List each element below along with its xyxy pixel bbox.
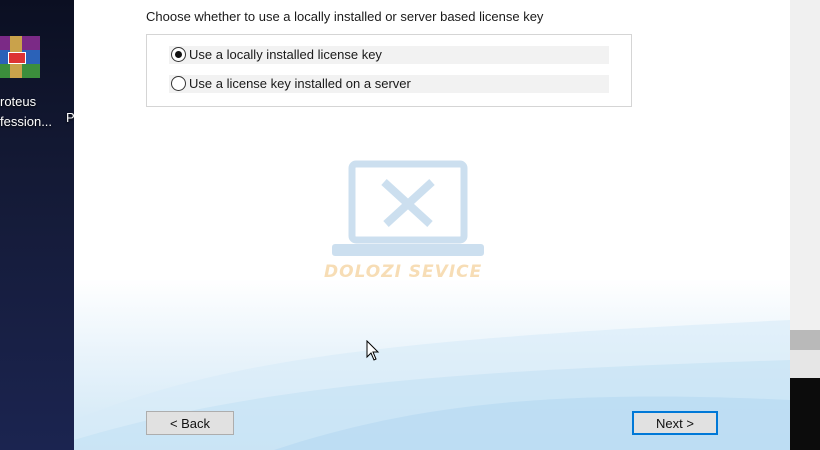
option-server-license[interactable]: Use a license key installed on a server — [169, 75, 609, 93]
option-local-license-label: Use a locally installed license key — [189, 47, 382, 62]
next-button[interactable]: Next > — [632, 411, 718, 435]
option-local-license[interactable]: Use a locally installed license key — [169, 46, 609, 64]
desktop-shortcut-label-line1: roteus — [0, 94, 37, 109]
watermark-text: DOLOZI SEVICE — [324, 262, 483, 282]
mouse-cursor-icon — [366, 340, 380, 361]
winrar-archive-icon — [0, 36, 40, 80]
radio-server-license[interactable] — [171, 76, 186, 91]
license-option-group: Use a locally installed license key Use … — [146, 34, 632, 107]
desktop-shortcut-proteus[interactable]: roteus fession... — [0, 30, 74, 140]
license-setup-dialog: Choose whether to use a locally installe… — [74, 0, 790, 450]
background-window-edge — [790, 0, 820, 450]
license-prompt-text: Choose whether to use a locally installe… — [146, 9, 544, 24]
desktop-shortcut-label-line2: fession... — [0, 114, 53, 129]
option-server-license-label: Use a license key installed on a server — [189, 76, 411, 91]
back-button[interactable]: < Back — [146, 411, 234, 435]
radio-local-license[interactable] — [171, 47, 186, 62]
desktop-shortcut-label: roteus fession... — [0, 92, 74, 132]
